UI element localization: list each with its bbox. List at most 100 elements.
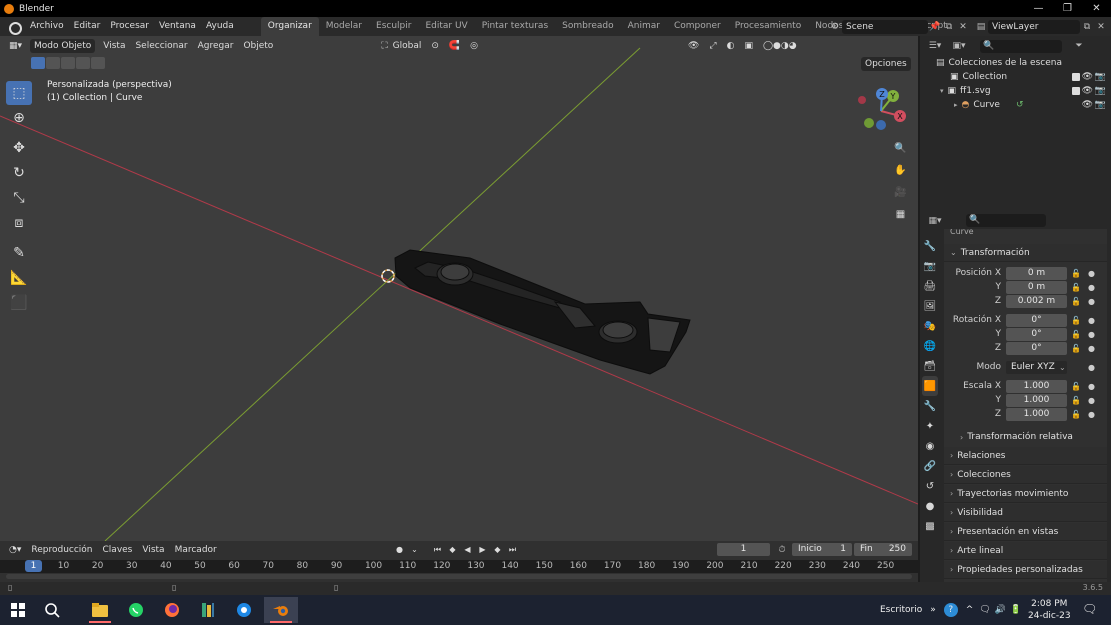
properties-editor-icon[interactable]: ▦▾: [928, 214, 942, 228]
select-new-icon[interactable]: [31, 57, 45, 69]
blender-taskbar-icon[interactable]: [264, 597, 298, 623]
new-view-layer-icon[interactable]: ⧉: [1080, 20, 1094, 34]
start-frame-field[interactable]: Inicio 1: [792, 543, 852, 556]
tab-esculpir[interactable]: Esculpir: [369, 17, 418, 36]
scene-name-field[interactable]: Scene: [842, 19, 928, 34]
particles-tab-icon[interactable]: ✦: [922, 416, 938, 436]
outliner-search-input[interactable]: 🔍: [980, 39, 1062, 53]
rotation-x-field[interactable]: 0°: [1006, 313, 1067, 327]
view-layer-tab-icon[interactable]: 🖼: [922, 296, 938, 316]
menu-vista-timeline[interactable]: Vista: [137, 545, 169, 555]
tab-animar[interactable]: Animar: [621, 17, 667, 36]
include-checkbox[interactable]: [1072, 73, 1080, 81]
volume-icon[interactable]: 🔊: [995, 605, 1006, 615]
delete-view-layer-icon[interactable]: ✕: [1094, 20, 1108, 34]
menu-seleccionar[interactable]: Seleccionar: [130, 36, 192, 56]
scale-tool-icon[interactable]: ⤡: [6, 186, 32, 210]
end-frame-field[interactable]: Fin 250: [854, 543, 912, 556]
view-layer-icon[interactable]: ▤: [974, 20, 988, 34]
select-extend-icon[interactable]: [46, 57, 60, 69]
outliner-row-ff1[interactable]: ▾ ▣ ff1.svg 👁 📷: [920, 84, 1111, 98]
menu-reproduccion[interactable]: Reproducción: [26, 545, 97, 555]
gizmo-toggle-icon[interactable]: ⤢: [704, 36, 721, 56]
lock-icon[interactable]: 🔓: [1071, 410, 1081, 419]
windows-start-icon[interactable]: [4, 597, 32, 623]
chat-icon[interactable]: 🗨: [979, 605, 990, 615]
scene-icon[interactable]: ⚙: [828, 20, 842, 34]
menu-editar[interactable]: Editar: [69, 17, 106, 36]
zoom-icon[interactable]: 🔍: [892, 140, 909, 157]
next-keyframe-icon[interactable]: ◆: [491, 543, 504, 556]
keyframe-dot-icon[interactable]: ●: [1088, 382, 1095, 391]
prev-keyframe-icon[interactable]: ◆: [446, 543, 459, 556]
close-button[interactable]: ✕: [1082, 0, 1111, 17]
pin-icon[interactable]: 📌: [928, 20, 942, 34]
measure-tool-icon[interactable]: 📐: [6, 266, 32, 290]
pivot-icon[interactable]: ⊙: [426, 36, 444, 56]
orientation-selector[interactable]: Global: [393, 36, 427, 56]
new-scene-icon[interactable]: ⧉: [942, 20, 956, 34]
tool-tab-icon[interactable]: 🔧: [922, 236, 938, 256]
texture-tab-icon[interactable]: ▩: [922, 516, 938, 536]
mode-selector[interactable]: Modo Objeto: [30, 39, 96, 53]
keyframe-dot-icon[interactable]: ●: [1088, 344, 1095, 353]
tab-sombreado[interactable]: Sombreado: [555, 17, 620, 36]
jump-end-icon[interactable]: ⏭: [506, 543, 519, 556]
whatsapp-icon[interactable]: [122, 597, 150, 623]
rotation-mode-select[interactable]: Euler XYZ: [1006, 360, 1067, 374]
playhead-frame[interactable]: 1: [25, 560, 42, 572]
keyframe-dot-icon[interactable]: ●: [1088, 269, 1095, 278]
menu-vista[interactable]: Vista: [98, 36, 130, 56]
modifiers-tab-icon[interactable]: 🔧: [922, 396, 938, 416]
location-x-field[interactable]: 0 m: [1006, 266, 1067, 280]
proportional-edit-icon[interactable]: ◎: [465, 36, 483, 56]
tab-pintar-texturas[interactable]: Pintar texturas: [475, 17, 555, 36]
lock-icon[interactable]: 🔓: [1071, 297, 1081, 306]
maximize-button[interactable]: ❐: [1053, 0, 1082, 17]
scale-x-field[interactable]: 1.000: [1006, 379, 1067, 393]
keyframe-dot-icon[interactable]: ●: [1088, 316, 1095, 325]
keyframe-dot-icon[interactable]: ●: [1088, 330, 1095, 339]
notifications-icon[interactable]: 🗨: [1082, 602, 1097, 616]
display-mode-icon[interactable]: ▣▾: [952, 39, 966, 53]
snap-icon[interactable]: 🧲: [444, 36, 465, 56]
timeline-editor-icon[interactable]: ◔▾: [4, 545, 26, 555]
menu-archivo[interactable]: Archivo: [25, 17, 69, 36]
shading-modes-icon[interactable]: ◯●◑◕: [758, 36, 802, 56]
lock-icon[interactable]: 🔓: [1071, 396, 1081, 405]
visibility-icon[interactable]: 👁: [683, 36, 704, 56]
eye-icon[interactable]: 👁: [1082, 100, 1093, 110]
lock-icon[interactable]: 🔓: [1071, 316, 1081, 325]
select-invert-icon[interactable]: [76, 57, 90, 69]
select-intersect-icon[interactable]: [91, 57, 105, 69]
record-icon[interactable]: ●: [393, 543, 406, 556]
tab-organizar[interactable]: Organizar: [260, 17, 319, 36]
panel-presentacion[interactable]: › Presentación en vistas: [944, 523, 1107, 541]
file-explorer-icon[interactable]: [86, 597, 114, 623]
desktop-label[interactable]: Escritorio: [880, 605, 922, 615]
lock-icon[interactable]: 🔓: [1071, 283, 1081, 292]
blender-menu-icon[interactable]: [8, 21, 22, 35]
menu-objeto[interactable]: Objeto: [238, 36, 278, 56]
move-tool-icon[interactable]: ✥: [6, 136, 32, 160]
location-y-field[interactable]: 0 m: [1006, 280, 1067, 294]
chevron-right-icon[interactable]: »: [930, 605, 936, 615]
navigation-gizmo[interactable]: X Y Z: [856, 86, 908, 138]
lock-icon[interactable]: 🔓: [1071, 382, 1081, 391]
eye-icon[interactable]: 👁: [1082, 72, 1093, 82]
tab-procesamiento[interactable]: Procesamiento: [728, 17, 809, 36]
frame-ruler[interactable]: 1 10 20 30 40 50 60 70 80 90 100 110 120 130 140 150 16…: [0, 560, 918, 573]
select-subtract-icon[interactable]: [61, 57, 75, 69]
lock-icon[interactable]: 🔓: [1071, 269, 1081, 278]
menu-agregar[interactable]: Agregar: [193, 36, 239, 56]
rotate-tool-icon[interactable]: ↻: [6, 161, 32, 185]
lock-icon[interactable]: 🔓: [1071, 344, 1081, 353]
scale-y-field[interactable]: 1.000: [1006, 393, 1067, 407]
help-icon[interactable]: ?: [943, 603, 958, 617]
filter-icon[interactable]: ⏷: [1072, 39, 1086, 53]
tab-componer[interactable]: Componer: [667, 17, 728, 36]
menu-ventana[interactable]: Ventana: [154, 17, 201, 36]
chevron-up-icon[interactable]: ^: [966, 605, 974, 615]
render-camera-icon[interactable]: 📷: [1095, 72, 1106, 82]
jump-start-icon[interactable]: ⏮: [431, 543, 444, 556]
